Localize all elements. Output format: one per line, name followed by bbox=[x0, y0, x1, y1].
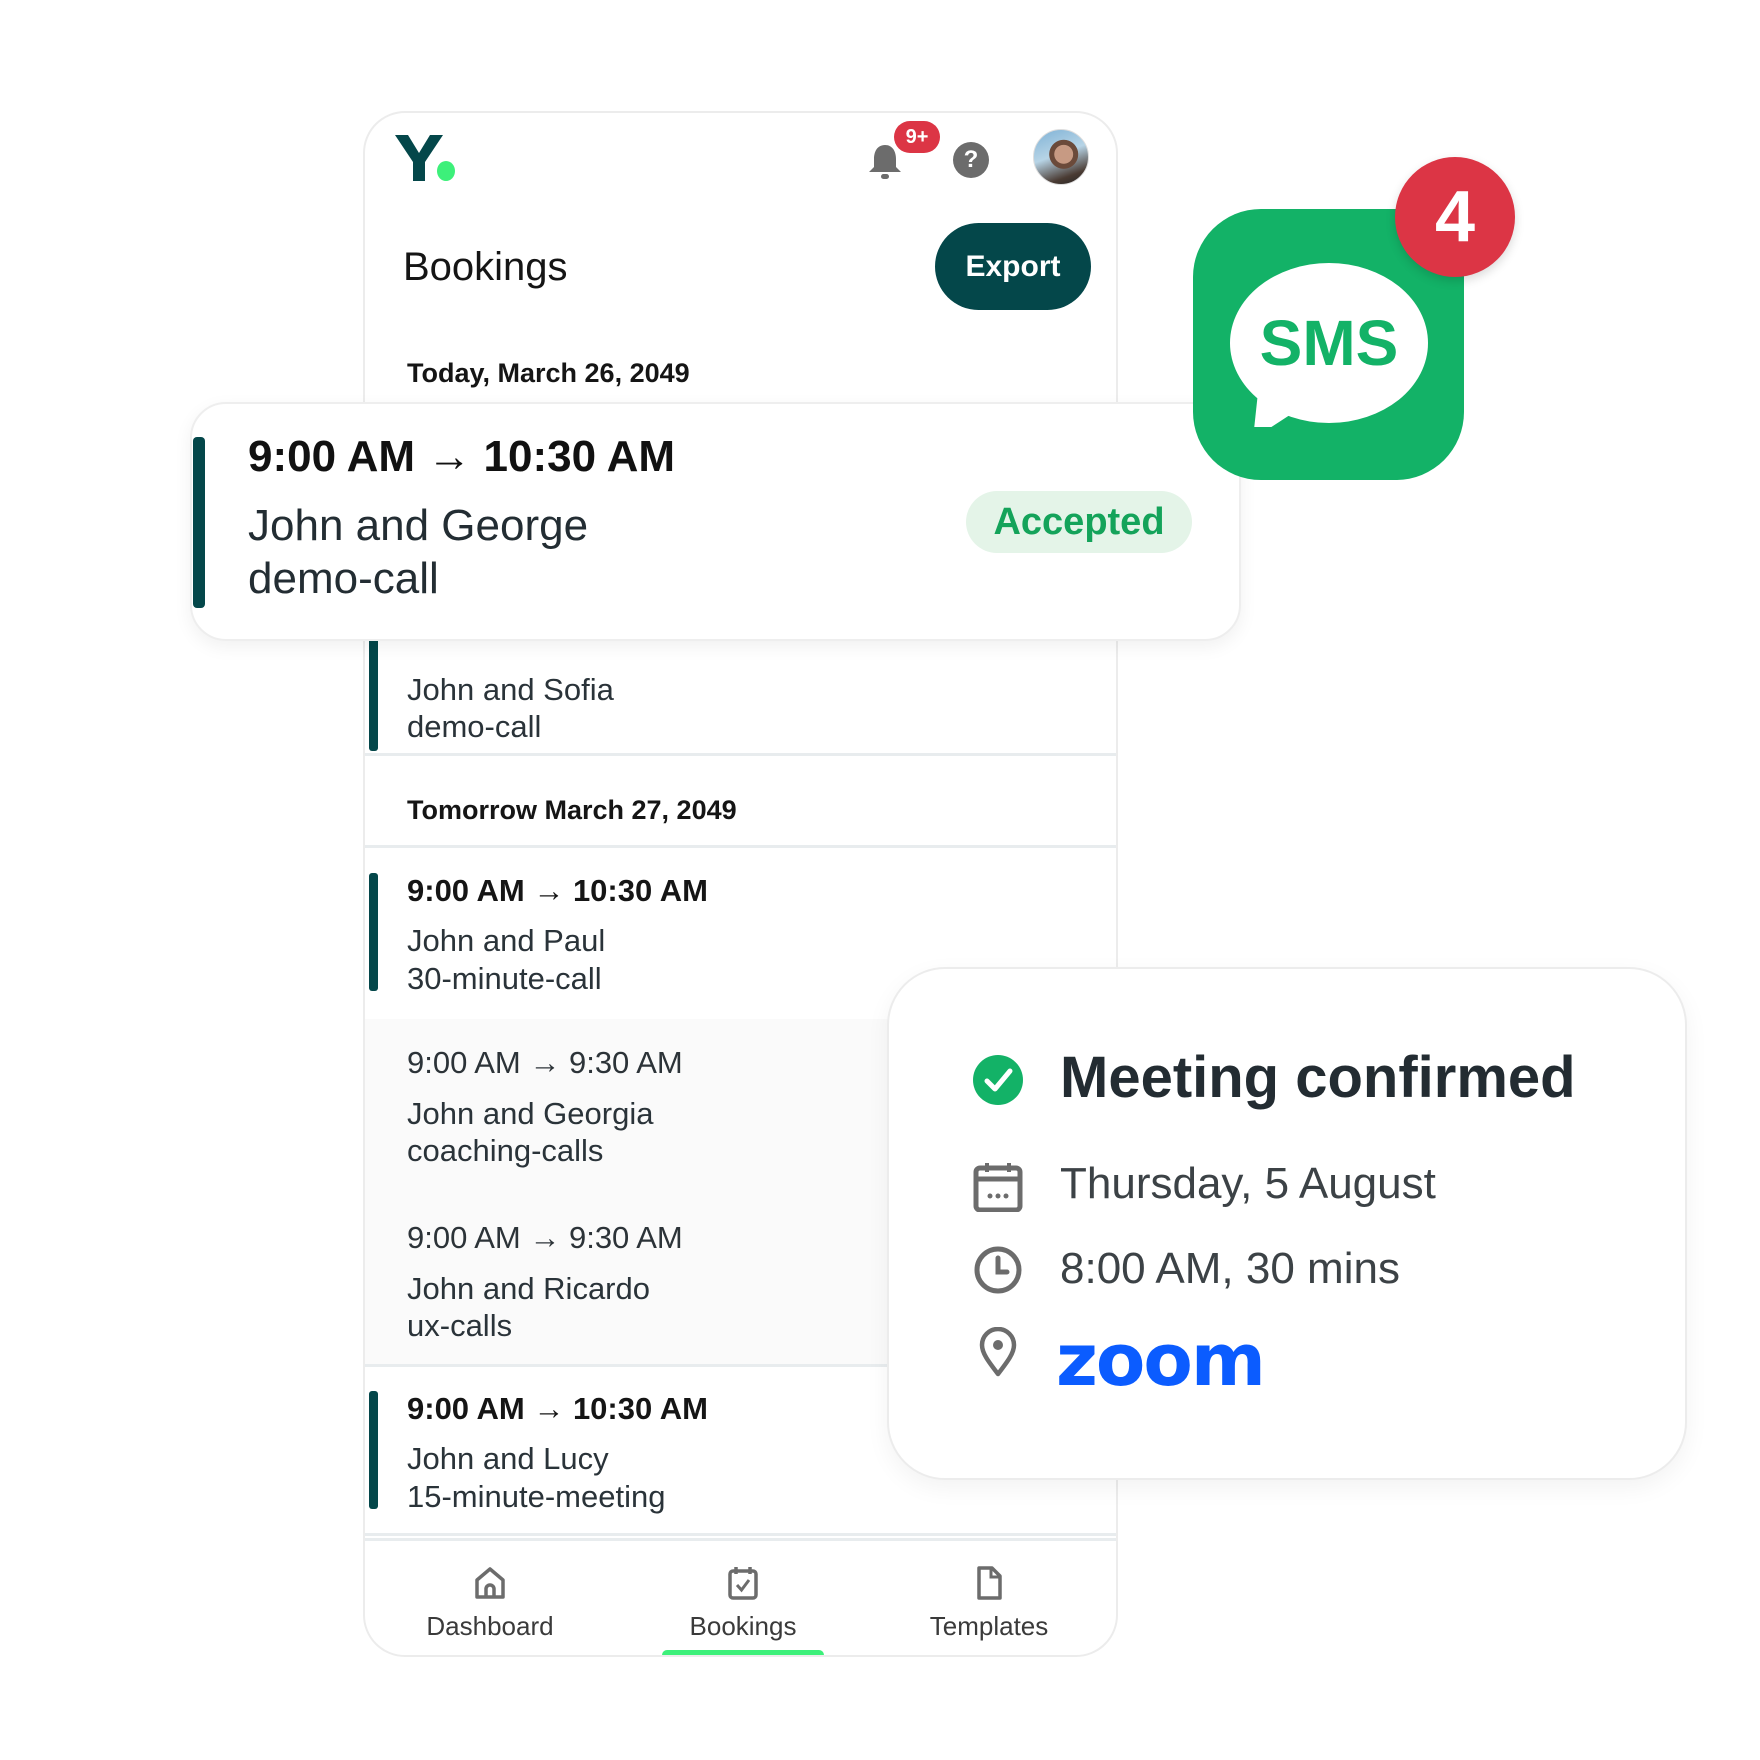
sms-count-badge: 4 bbox=[1395, 157, 1515, 277]
bottom-nav: Dashboard Bookings Templates bbox=[365, 1538, 1116, 1655]
status-badge: Accepted bbox=[966, 491, 1192, 553]
location-pin-icon bbox=[979, 1327, 1017, 1377]
booking-type: coaching-calls bbox=[407, 1133, 604, 1168]
check-circle-icon bbox=[973, 1055, 1023, 1105]
date-header-today: Today, March 26, 2049 bbox=[407, 358, 690, 388]
booking-time: 9:00 AM → 10:30 AM bbox=[407, 873, 708, 908]
clock-icon bbox=[974, 1246, 1022, 1294]
nav-item-dashboard[interactable]: Dashboard bbox=[365, 1541, 615, 1655]
meeting-date: Thursday, 5 August bbox=[1060, 1159, 1436, 1208]
divider bbox=[365, 753, 1116, 756]
chat-bubble-icon: SMS bbox=[1230, 263, 1428, 427]
booking-accent-bar bbox=[369, 1391, 378, 1509]
nav-item-templates[interactable]: Templates bbox=[864, 1541, 1114, 1655]
page-title: Bookings bbox=[403, 245, 568, 289]
help-icon[interactable]: ? bbox=[953, 142, 989, 178]
booking-accent-bar bbox=[193, 437, 205, 608]
calendar-icon bbox=[973, 1163, 1023, 1212]
booking-accent-bar bbox=[369, 873, 378, 991]
calendar-check-icon bbox=[728, 1567, 758, 1600]
highlighted-booking-card[interactable]: 9:00 AM → 10:30 AM John and George demo-… bbox=[190, 402, 1241, 641]
booking-time: 9:00 AM → 9:30 AM bbox=[407, 1220, 683, 1255]
booking-attendees: John and Sofia bbox=[407, 672, 614, 707]
document-icon bbox=[977, 1566, 1002, 1600]
booking-attendees: John and Paul bbox=[407, 923, 606, 958]
booking-attendees: John and Lucy bbox=[407, 1441, 609, 1476]
date-header-tomorrow: Tomorrow March 27, 2049 bbox=[407, 795, 737, 825]
nav-label: Bookings bbox=[689, 1611, 797, 1641]
divider bbox=[365, 1533, 1116, 1536]
booking-attendees: John and George bbox=[248, 501, 589, 550]
booking-type: ux-calls bbox=[407, 1308, 513, 1343]
export-button[interactable]: Export bbox=[935, 223, 1091, 310]
nav-label: Dashboard bbox=[426, 1611, 554, 1641]
meeting-confirmed-card: Meeting confirmed Thursday, 5 August 8:0… bbox=[887, 967, 1687, 1480]
booking-type: 30-minute-call bbox=[407, 961, 602, 996]
booking-time: 9:00 AM → 10:30 AM bbox=[407, 1391, 708, 1426]
divider bbox=[365, 845, 1116, 848]
nav-item-bookings[interactable]: Bookings bbox=[618, 1541, 868, 1655]
user-avatar[interactable] bbox=[1033, 129, 1089, 185]
home-icon bbox=[475, 1567, 505, 1599]
booking-attendees: John and Ricardo bbox=[407, 1271, 650, 1306]
booking-type: demo-call bbox=[407, 709, 542, 744]
nav-label: Templates bbox=[929, 1611, 1049, 1641]
meeting-time: 8:00 AM, 30 mins bbox=[1060, 1244, 1400, 1293]
booking-type: demo-call bbox=[248, 554, 439, 603]
zoom-logo[interactable]: zoom bbox=[1056, 1324, 1266, 1396]
booking-type: 15-minute-meeting bbox=[407, 1479, 666, 1514]
booking-time: 9:00 AM → 9:30 AM bbox=[407, 1045, 683, 1080]
sms-label: SMS bbox=[1260, 307, 1399, 379]
notifications-badge: 9+ bbox=[894, 121, 940, 153]
booking-attendees: John and Georgia bbox=[407, 1096, 654, 1131]
app-logo[interactable] bbox=[395, 133, 457, 183]
active-tab-indicator bbox=[662, 1650, 824, 1655]
meeting-title: Meeting confirmed bbox=[1060, 1045, 1576, 1110]
booking-time: 9:00 AM → 10:30 AM bbox=[248, 432, 676, 481]
